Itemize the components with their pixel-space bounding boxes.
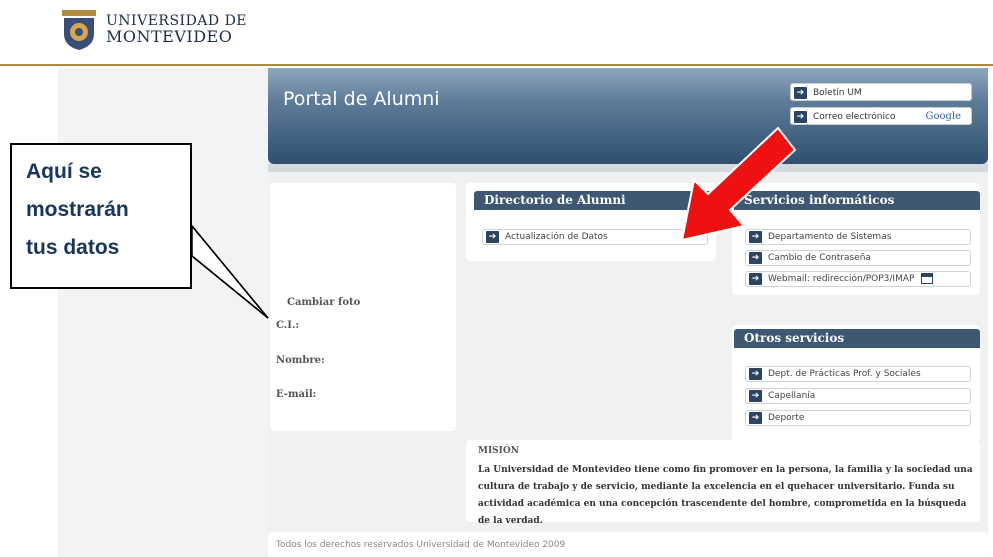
callout-line3: tus datos: [26, 236, 120, 259]
callout-line1: Aquí se: [26, 160, 102, 183]
callout-line2: mostrarán: [26, 198, 129, 221]
red-arrow-icon: [680, 126, 797, 242]
annotation-callout: Aquí se mostrarán tus datos: [10, 143, 192, 289]
